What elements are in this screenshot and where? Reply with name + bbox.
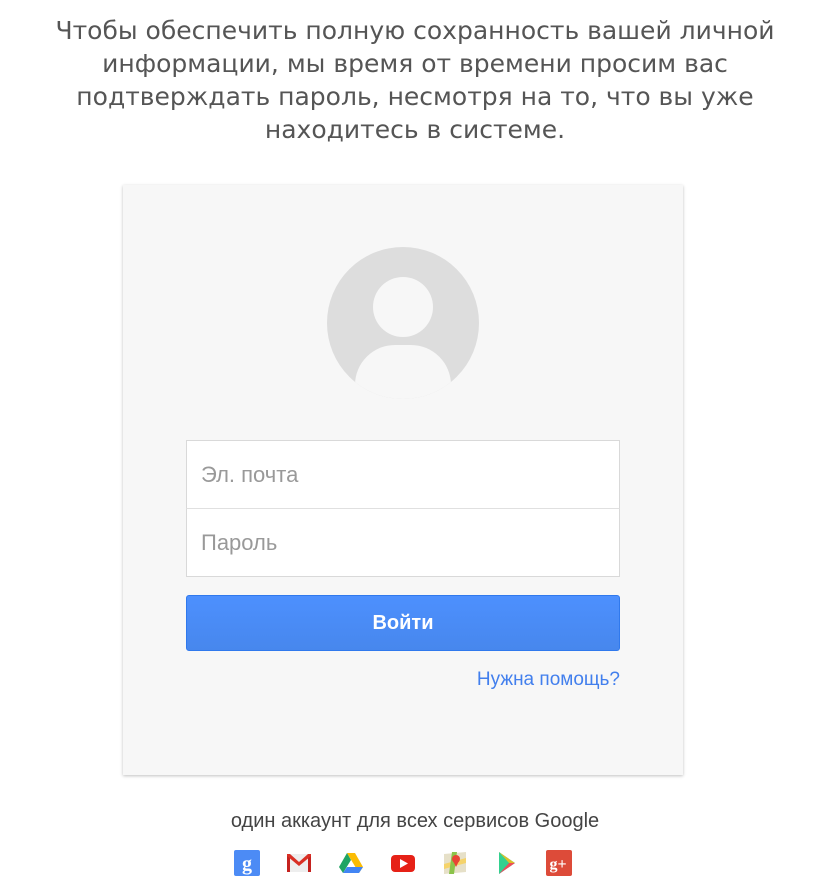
signin-button[interactable]: Войти xyxy=(186,595,620,651)
google-search-icon[interactable]: g xyxy=(234,850,260,876)
play-icon[interactable] xyxy=(494,850,520,876)
credentials-fields xyxy=(186,440,620,578)
reauth-page: Чтобы обеспечить полную сохранность ваше… xyxy=(0,0,830,890)
google-plus-glyph: g+ xyxy=(549,856,566,873)
drive-icon[interactable] xyxy=(338,850,364,876)
maps-icon[interactable] xyxy=(442,850,468,876)
email-field[interactable] xyxy=(186,440,620,509)
default-avatar-icon xyxy=(327,247,479,399)
gmail-icon[interactable] xyxy=(286,850,312,876)
avatar-body xyxy=(355,345,451,399)
youtube-icon[interactable] xyxy=(390,850,416,876)
google-services-icons: g g+ xyxy=(234,850,572,876)
login-card: Войти Нужна помощь? xyxy=(123,185,683,775)
one-account-tagline: один аккаунт для всех сервисов Google xyxy=(230,810,600,832)
reauth-message: Чтобы обеспечить полную сохранность ваше… xyxy=(55,16,775,144)
password-field[interactable] xyxy=(186,508,620,577)
need-help-link[interactable]: Нужна помощь? xyxy=(477,669,620,691)
google-plus-icon[interactable]: g+ xyxy=(546,850,572,876)
google-search-glyph: g xyxy=(242,853,252,875)
avatar-head xyxy=(373,277,433,337)
